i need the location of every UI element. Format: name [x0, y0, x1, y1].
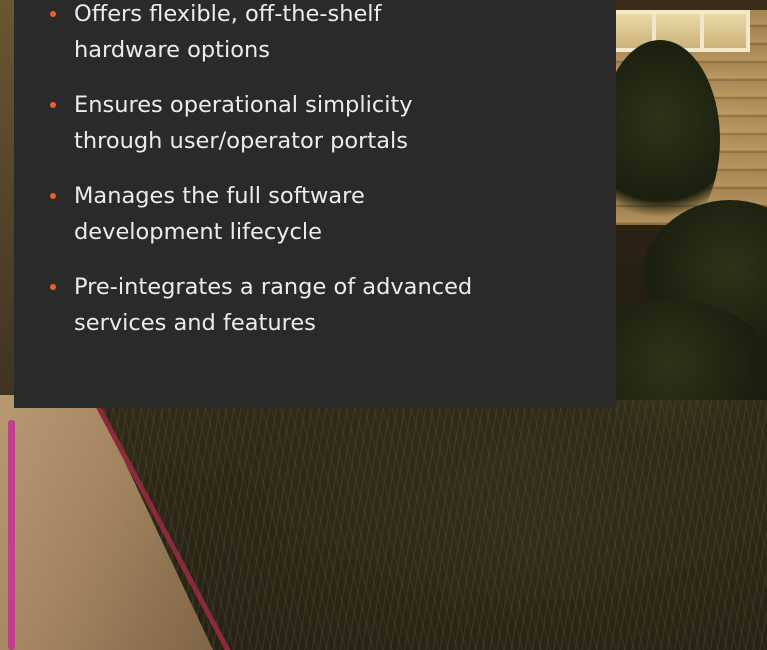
- hero-background-photo: Offers flexible, off-the-shelf hardware …: [0, 0, 767, 650]
- tent-pole: [8, 420, 15, 650]
- feature-text: Ensures operational simplicity through u…: [74, 92, 413, 154]
- list-item: Pre-integrates a range of advanced servi…: [50, 269, 590, 341]
- list-item: Offers flexible, off-the-shelf hardware …: [50, 0, 590, 68]
- feature-text: Manages the full software development li…: [74, 183, 365, 245]
- feature-text: Offers flexible, off-the-shelf hardware …: [74, 1, 382, 63]
- tent-edge: [0, 0, 14, 420]
- feature-text: Pre-integrates a range of advanced servi…: [74, 274, 473, 336]
- list-item: Ensures operational simplicity through u…: [50, 87, 590, 159]
- window-divider: [700, 10, 704, 52]
- features-list: Offers flexible, off-the-shelf hardware …: [50, 0, 590, 360]
- bullet-icon: [50, 11, 56, 17]
- bullet-icon: [50, 193, 56, 199]
- list-item: Manages the full software development li…: [50, 178, 590, 250]
- features-panel: Offers flexible, off-the-shelf hardware …: [14, 0, 616, 408]
- bullet-icon: [50, 102, 56, 108]
- bullet-icon: [50, 284, 56, 290]
